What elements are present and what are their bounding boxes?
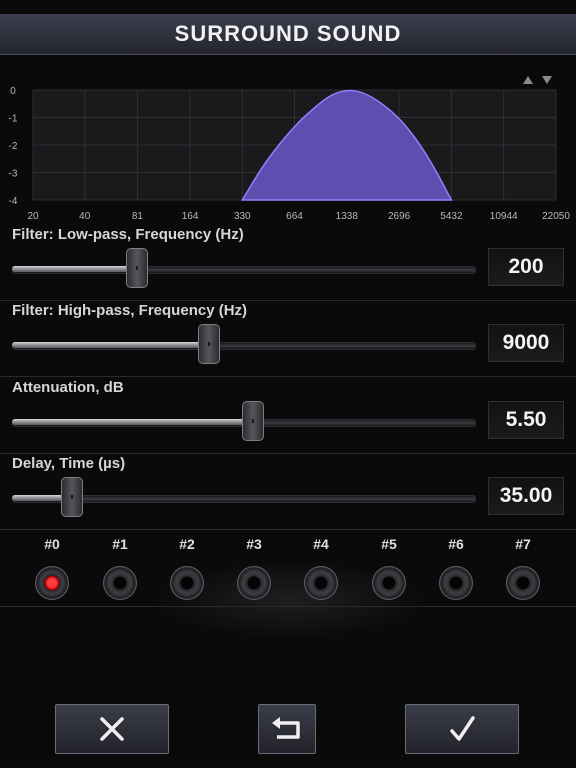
channel-jack-icon <box>372 566 406 600</box>
highpass-section: Filter: High-pass, Frequency (Hz) 9000 <box>0 300 576 377</box>
channel-jack-icon <box>506 566 540 600</box>
x-tick-label: 5432 <box>440 211 463 222</box>
channel-jack-icon <box>103 566 137 600</box>
channel-5[interactable]: #5 <box>369 536 409 600</box>
channel-label: #4 <box>313 536 329 552</box>
channel-label: #3 <box>246 536 262 552</box>
channel-6[interactable]: #6 <box>436 536 476 600</box>
x-tick-label: 664 <box>286 211 303 222</box>
frequency-chart: 0 -1 -2 -3 -4 20 40 81 164 330 664 1338 2696 5432 1094… <box>0 64 576 232</box>
y-tick-label: -4 <box>9 196 18 207</box>
channel-label: #0 <box>44 536 60 552</box>
slider-thumb[interactable] <box>242 401 265 441</box>
x-tick-label: 81 <box>132 211 144 222</box>
channel-1[interactable]: #1 <box>100 536 140 600</box>
channel-jack-icon <box>170 566 204 600</box>
confirm-button[interactable] <box>405 704 519 754</box>
lowpass-label: Filter: Low-pass, Frequency (Hz) <box>12 226 244 243</box>
y-tick-label: -3 <box>9 169 18 180</box>
attenuation-section: Attenuation, dB 5.50 <box>0 377 576 454</box>
delay-slider[interactable] <box>12 477 476 517</box>
channel-0[interactable]: #0 <box>32 536 72 600</box>
delay-section: Delay, Time (µs) 35.00 <box>0 453 576 530</box>
channel-label: #1 <box>112 536 128 552</box>
channel-label: #6 <box>448 536 464 552</box>
lowpass-section: Filter: Low-pass, Frequency (Hz) 200 <box>0 224 576 301</box>
highpass-slider[interactable] <box>12 324 476 364</box>
x-tick-label: 164 <box>182 211 199 222</box>
channel-label: #5 <box>381 536 397 552</box>
y-tick-label: 0 <box>10 86 16 97</box>
checkmark-icon <box>450 716 475 741</box>
x-tick-label: 40 <box>79 211 91 222</box>
chart-up-button[interactable] <box>521 73 535 87</box>
channel-jack-icon <box>439 566 473 600</box>
triangle-down-icon <box>542 76 552 84</box>
slider-fill <box>12 419 254 425</box>
highpass-value[interactable]: 9000 <box>488 324 564 362</box>
header-bar: SURROUND SOUND <box>0 14 576 55</box>
slider-fill <box>12 266 138 272</box>
x-tick-label: 2696 <box>388 211 411 222</box>
attenuation-value[interactable]: 5.50 <box>488 401 564 439</box>
x-tick-label: 20 <box>27 211 39 222</box>
channel-jack-icon <box>35 566 69 600</box>
channel-2[interactable]: #2 <box>167 536 207 600</box>
channel-7[interactable]: #7 <box>503 536 543 600</box>
delay-label: Delay, Time (µs) <box>12 455 126 472</box>
slider-thumb[interactable] <box>126 248 149 288</box>
channel-label: #7 <box>515 536 531 552</box>
x-tick-label: 22050 <box>542 211 570 222</box>
undo-button[interactable] <box>258 704 316 754</box>
channel-label: #2 <box>179 536 195 552</box>
slider-thumb[interactable] <box>61 477 84 517</box>
channel-selector: #0 #1 #2 #3 #4 #5 #6 #7 <box>0 530 576 607</box>
y-tick-label: -2 <box>9 141 18 152</box>
frequency-chart-svg: 0 -1 -2 -3 -4 20 40 81 164 330 664 1338 2696 5432 1094… <box>9 86 571 222</box>
x-tick-label: 330 <box>234 211 251 222</box>
triangle-up-icon <box>523 76 533 84</box>
lowpass-value[interactable]: 200 <box>488 248 564 286</box>
channel-jack-icon <box>304 566 338 600</box>
cancel-button[interactable] <box>55 704 169 754</box>
attenuation-slider[interactable] <box>12 401 476 441</box>
channel-jack-icon <box>237 566 271 600</box>
x-tick-label: 1338 <box>336 211 359 222</box>
close-icon <box>100 717 124 741</box>
highpass-label: Filter: High-pass, Frequency (Hz) <box>12 302 248 319</box>
undo-icon <box>272 717 300 739</box>
delay-value[interactable]: 35.00 <box>488 477 564 515</box>
chart-down-button[interactable] <box>540 73 554 87</box>
page-title: SURROUND SOUND <box>174 21 402 46</box>
lowpass-slider[interactable] <box>12 248 476 288</box>
x-tick-label: 10944 <box>490 211 518 222</box>
channel-4[interactable]: #4 <box>301 536 341 600</box>
attenuation-label: Attenuation, dB <box>12 379 124 396</box>
slider-thumb[interactable] <box>198 324 221 364</box>
channel-3[interactable]: #3 <box>234 536 274 600</box>
slider-fill <box>12 342 210 348</box>
y-tick-label: -1 <box>9 114 18 125</box>
